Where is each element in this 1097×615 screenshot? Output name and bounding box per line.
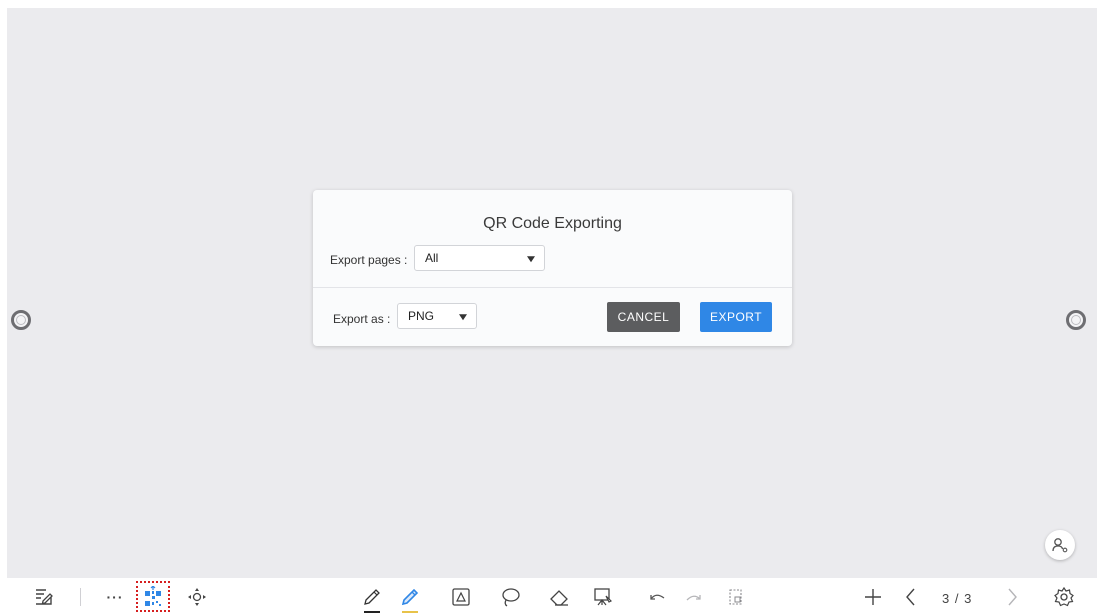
lasso-icon xyxy=(502,588,520,607)
toolbar-divider xyxy=(80,588,81,606)
shape-recognition-tool[interactable] xyxy=(450,586,472,608)
note-menu-button[interactable] xyxy=(33,586,55,608)
eraser-icon xyxy=(550,590,568,606)
redo-button[interactable] xyxy=(683,586,705,608)
add-page-icon xyxy=(865,589,881,605)
undo-button[interactable] xyxy=(646,586,668,608)
note-menu-icon xyxy=(36,589,53,605)
shape-recognition-icon xyxy=(452,588,470,606)
chevron-down-icon xyxy=(459,314,467,321)
export-pages-label: Export pages : xyxy=(330,253,408,267)
user-icon xyxy=(1052,538,1068,553)
export-format-value: PNG xyxy=(408,309,435,323)
dialog-title: QR Code Exporting xyxy=(483,215,622,232)
prev-page-icon xyxy=(906,588,915,606)
pen-tool[interactable] xyxy=(361,586,383,608)
pen-icon xyxy=(364,589,380,605)
prev-page-button[interactable] xyxy=(900,586,922,608)
present-tool[interactable] xyxy=(592,586,614,608)
move-icon xyxy=(188,588,206,606)
user-button[interactable] xyxy=(1045,530,1075,560)
chevron-down-icon xyxy=(527,256,535,263)
export-pages-select[interactable]: All xyxy=(414,245,545,271)
page-preview-button[interactable] xyxy=(725,586,747,608)
export-as-label: Export as : xyxy=(333,312,391,326)
highlighter-icon xyxy=(401,588,419,606)
highlighter-color-indicator xyxy=(402,611,418,613)
pen-color-indicator xyxy=(364,611,380,613)
left-toolbar-handle[interactable] xyxy=(11,310,31,330)
export-button[interactable]: EXPORT xyxy=(700,302,772,332)
right-toolbar-handle[interactable] xyxy=(1066,310,1086,330)
page-preview-icon xyxy=(729,589,742,605)
eraser-tool[interactable] xyxy=(548,586,570,608)
redo-icon xyxy=(686,595,701,601)
export-format-select[interactable]: PNG xyxy=(397,303,477,329)
bottom-toolbar: ··· 3 / 3 xyxy=(0,578,1097,615)
export-pages-value: All xyxy=(425,251,439,265)
present-icon xyxy=(594,588,613,606)
settings-icon xyxy=(1054,586,1074,607)
highlighter-tool[interactable] xyxy=(399,586,421,608)
add-page-button[interactable] xyxy=(862,586,884,608)
more-icon: ··· xyxy=(106,589,124,605)
qr-code-button[interactable] xyxy=(142,586,164,608)
settings-button[interactable] xyxy=(1053,586,1075,608)
next-page-icon xyxy=(1008,588,1017,606)
lasso-tool[interactable] xyxy=(499,586,521,608)
undo-icon xyxy=(650,594,665,600)
qr-export-dialog: QR Code Exporting Export pages : All Exp… xyxy=(313,190,792,346)
page-indicator: 3 / 3 xyxy=(942,591,973,606)
qr-code-icon xyxy=(145,586,161,606)
more-button[interactable]: ··· xyxy=(104,586,126,608)
next-page-button[interactable] xyxy=(1001,586,1023,608)
move-button[interactable] xyxy=(186,586,208,608)
cancel-button[interactable]: CANCEL xyxy=(607,302,680,332)
dialog-divider xyxy=(313,287,792,288)
